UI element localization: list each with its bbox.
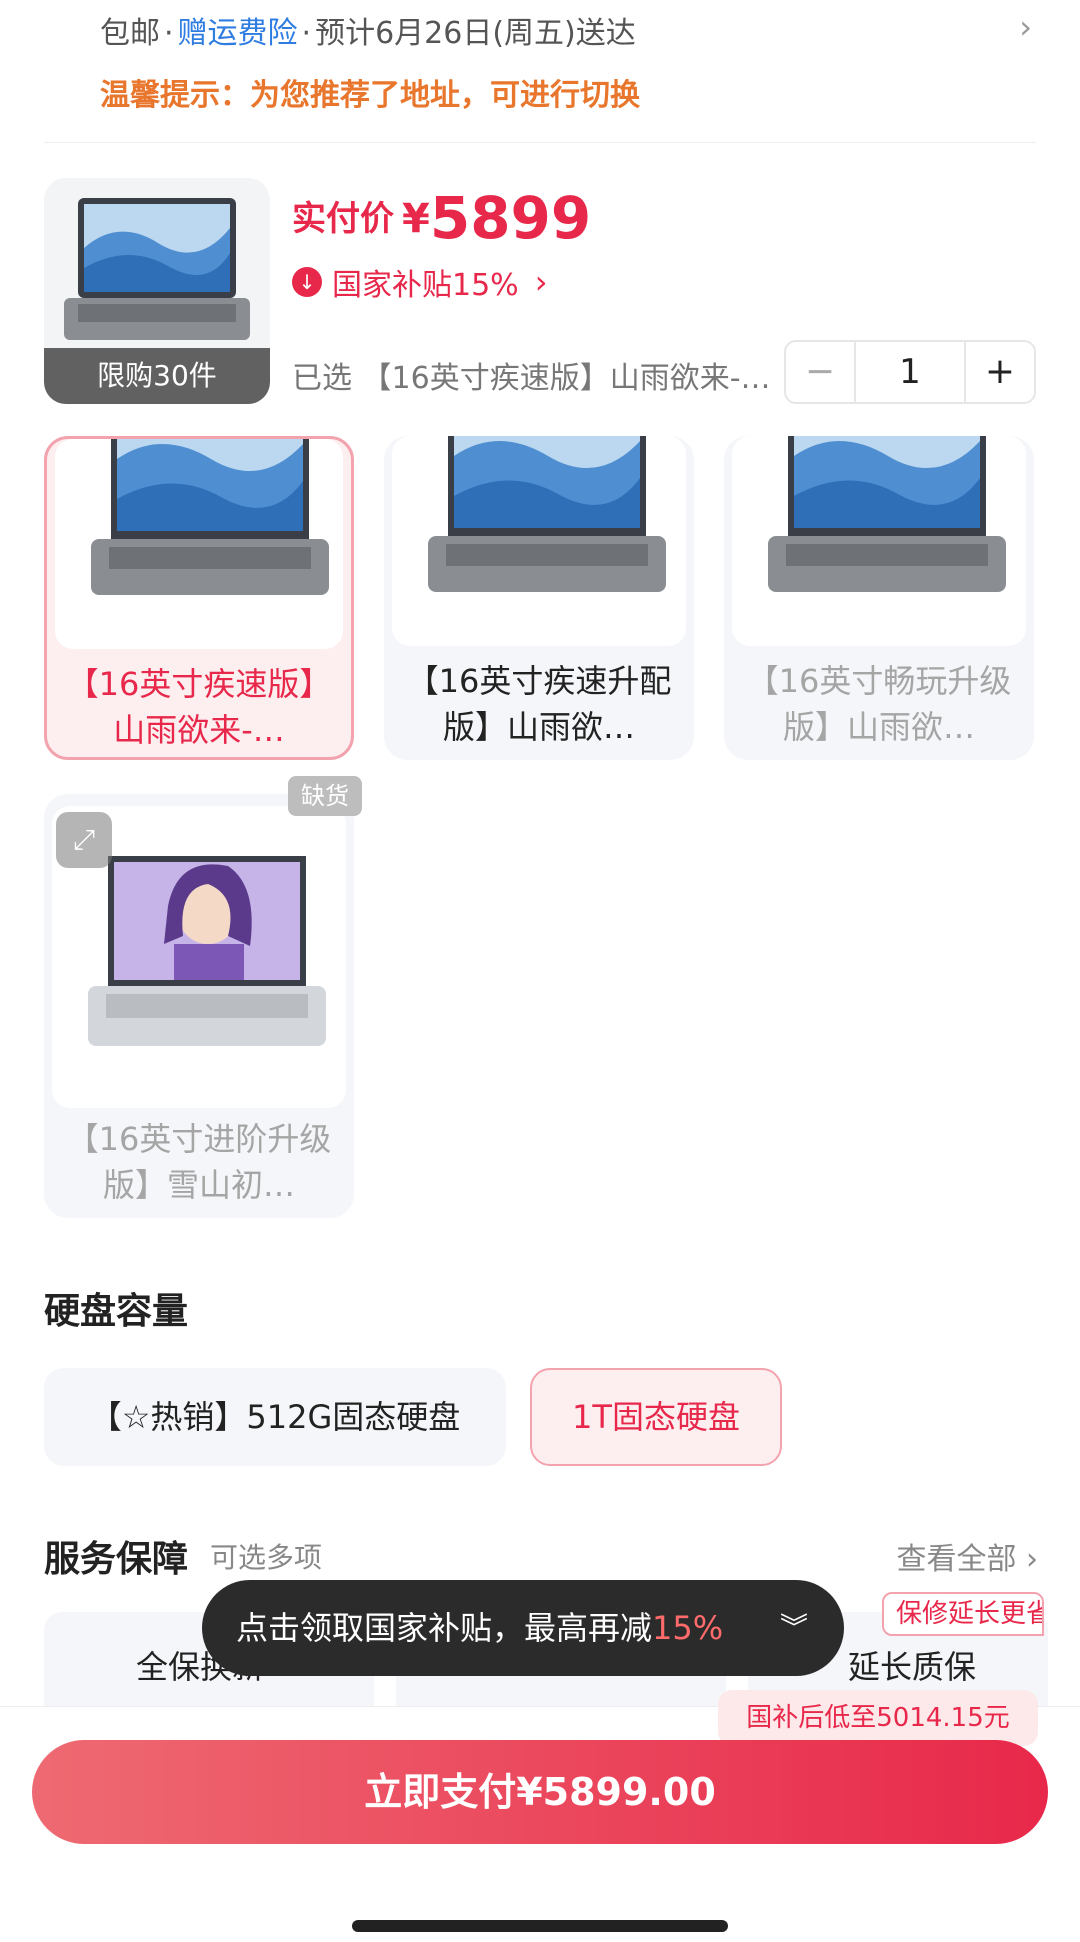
product-thumbnail[interactable]: 限购30件: [44, 178, 270, 404]
service-title: 服务保障: [44, 1539, 189, 1580]
quantity-value[interactable]: 1: [854, 342, 966, 402]
variant-name: 【16英寸畅玩升级版】山雨欲…: [746, 662, 1012, 746]
variant-card[interactable]: 【16英寸疾速版】山雨欲来-…: [44, 436, 354, 760]
pay-button[interactable]: 立即支付¥5899.00: [32, 1740, 1048, 1844]
view-all-label: 查看全部: [896, 1542, 1017, 1577]
minus-button[interactable]: −: [786, 342, 854, 402]
variant-name: 【16英寸疾速版】山雨欲来-…: [66, 665, 332, 749]
price-label: 实付价: [292, 199, 394, 239]
shipping-info[interactable]: 包邮 · 赠运费险 · 预计6月26日(周五)送达: [100, 8, 636, 52]
variant-card[interactable]: 【16英寸畅玩升级版】山雨欲…: [724, 436, 1034, 760]
chevron-right-icon: ›: [534, 263, 548, 301]
quantity-stepper: − 1 +: [784, 340, 1036, 404]
currency-symbol: ¥: [402, 196, 430, 242]
separator: ·: [301, 16, 312, 51]
double-chevron-down-icon: ︾: [779, 1611, 808, 1644]
variant-image: [732, 436, 1026, 646]
laptop-image: [428, 436, 666, 592]
variant-name: 【16英寸疾速升配版】山雨欲…: [406, 662, 672, 746]
laptop-image: [88, 856, 326, 1046]
service-subtitle: 可选多项: [210, 1541, 323, 1574]
laptop-image: [64, 198, 250, 340]
plus-button[interactable]: +: [966, 342, 1034, 402]
storage-option[interactable]: 1T固态硬盘: [530, 1368, 782, 1466]
down-arrow-icon: ↓: [292, 267, 322, 297]
variant-image: [392, 436, 686, 646]
storage-title: 硬盘容量: [44, 1291, 189, 1332]
home-indicator: [352, 1920, 728, 1932]
shipping-insurance-label: 赠运费险: [177, 16, 298, 51]
free-shipping-label: 包邮: [100, 16, 160, 51]
chevron-right-icon: ›: [1026, 1542, 1038, 1577]
selected-spec: 已选 【16英寸疾速版】山雨欲来-…: [292, 361, 771, 396]
subsidy-link[interactable]: ↓ 国家补贴15% ›: [292, 260, 547, 304]
address-tip: 温馨提示：为您推荐了地址，可进行切换: [100, 78, 640, 113]
variant-card[interactable]: 【16英寸疾速升配版】山雨欲…: [384, 436, 694, 760]
variant-name: 【16英寸进阶升级版】雪山初…: [66, 1120, 332, 1204]
separator: ·: [164, 16, 174, 51]
toast-text: 点击领取国家补贴，最高再减: [236, 1609, 653, 1647]
low-price-badge: 国补后低至5014.15元: [718, 1690, 1038, 1746]
storage-option[interactable]: 【☆热销】512G固态硬盘: [44, 1368, 506, 1466]
price-value: 5899: [429, 184, 592, 252]
toast-percent: 15%: [652, 1609, 724, 1647]
out-of-stock-badge: 缺货: [288, 776, 362, 816]
laptop-image: [768, 436, 1006, 592]
delivery-estimate: 预计6月26日(周五)送达: [315, 16, 636, 51]
subsidy-toast[interactable]: 点击领取国家补贴，最高再减15% ︾: [202, 1580, 844, 1676]
expand-icon[interactable]: ⤢: [56, 812, 112, 868]
laptop-image: [91, 439, 329, 595]
divider: [44, 142, 1036, 143]
limit-badge: 限购30件: [44, 348, 270, 404]
subsidy-label: 国家补贴15%: [332, 268, 519, 303]
chevron-right-icon[interactable]: ›: [1019, 8, 1032, 46]
service-label: 延长质保: [848, 1648, 977, 1686]
view-all-link[interactable]: 查看全部 ›: [896, 1534, 1038, 1578]
service-tag: 保修延长更省: [882, 1592, 1044, 1636]
variant-image: [55, 439, 343, 649]
actual-price: 实付价 ¥5899: [292, 184, 591, 252]
